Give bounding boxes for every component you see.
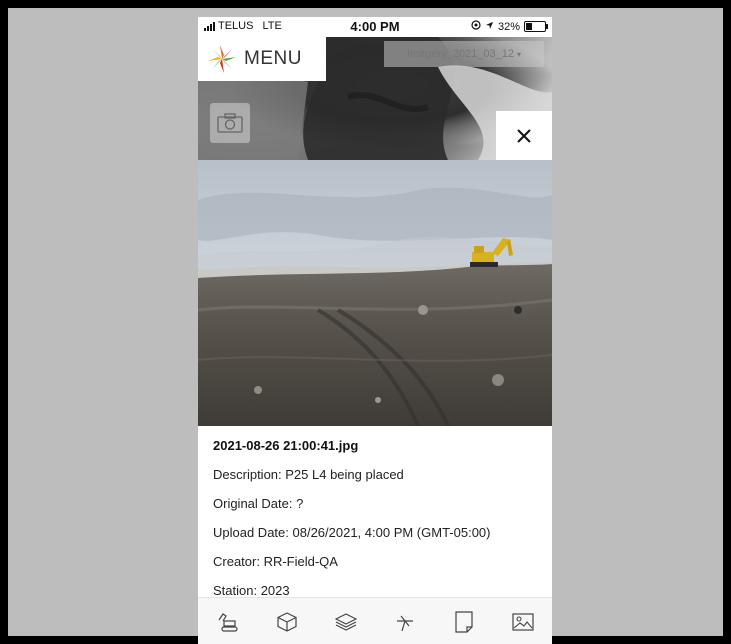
photo-original-date: Original Date: ? — [213, 496, 304, 511]
toolbar-excavator-button[interactable] — [211, 605, 245, 639]
photo-creator: Creator: RR-Field-QA — [213, 554, 338, 569]
lock-rotation-icon — [471, 20, 481, 33]
site-photo[interactable] — [198, 160, 552, 426]
menu-label: MENU — [244, 48, 302, 69]
battery-icon — [524, 21, 548, 32]
image-icon — [511, 612, 534, 631]
chevron-down-icon: ▾ — [517, 49, 522, 59]
close-button[interactable] — [496, 111, 552, 160]
app-logo-icon — [208, 45, 236, 73]
cube-icon — [276, 611, 297, 632]
photo-upload-date: Upload Date: 08/26/2021, 4:00 PM (GMT-05… — [213, 525, 491, 540]
bottom-toolbar — [198, 597, 552, 644]
imagery-select[interactable]: Imagery_2021_03_12 ▾ — [384, 41, 544, 67]
camera-icon — [217, 113, 243, 133]
photo-details: 2021-08-26 21:00:41.jpg Description: P25… — [198, 426, 552, 598]
toolbar-measure-button[interactable] — [388, 605, 422, 639]
status-bar: TELUS LTE 4:00 PM 32% — [198, 17, 552, 37]
close-icon — [517, 128, 531, 143]
screenshot-frame: TELUS LTE 4:00 PM 32% MENU Imagery_2021_… — [8, 8, 723, 644]
photo-station: Station: 2023 — [213, 583, 290, 598]
measure-icon — [396, 615, 413, 631]
toolbar-3d-button[interactable] — [270, 605, 304, 639]
battery-percent: 32% — [497, 20, 520, 33]
status-right: 32% — [471, 20, 548, 33]
document-icon — [454, 610, 473, 633]
menu-button[interactable]: MENU — [198, 37, 326, 81]
excavator-icon — [218, 612, 238, 632]
camera-button[interactable] — [210, 103, 250, 143]
layers-icon — [334, 612, 357, 631]
phone-screen: TELUS LTE 4:00 PM 32% MENU Imagery_2021_… — [198, 17, 552, 644]
toolbar-image-button[interactable] — [506, 605, 540, 639]
location-icon — [485, 21, 494, 33]
imagery-select-value: Imagery_2021_03_12 — [406, 48, 514, 60]
toolbar-document-button[interactable] — [447, 605, 481, 639]
photo-description: Description: P25 L4 being placed — [213, 467, 404, 482]
photo-filename: 2021-08-26 21:00:41.jpg — [213, 438, 359, 453]
toolbar-layers-button[interactable] — [329, 605, 363, 639]
